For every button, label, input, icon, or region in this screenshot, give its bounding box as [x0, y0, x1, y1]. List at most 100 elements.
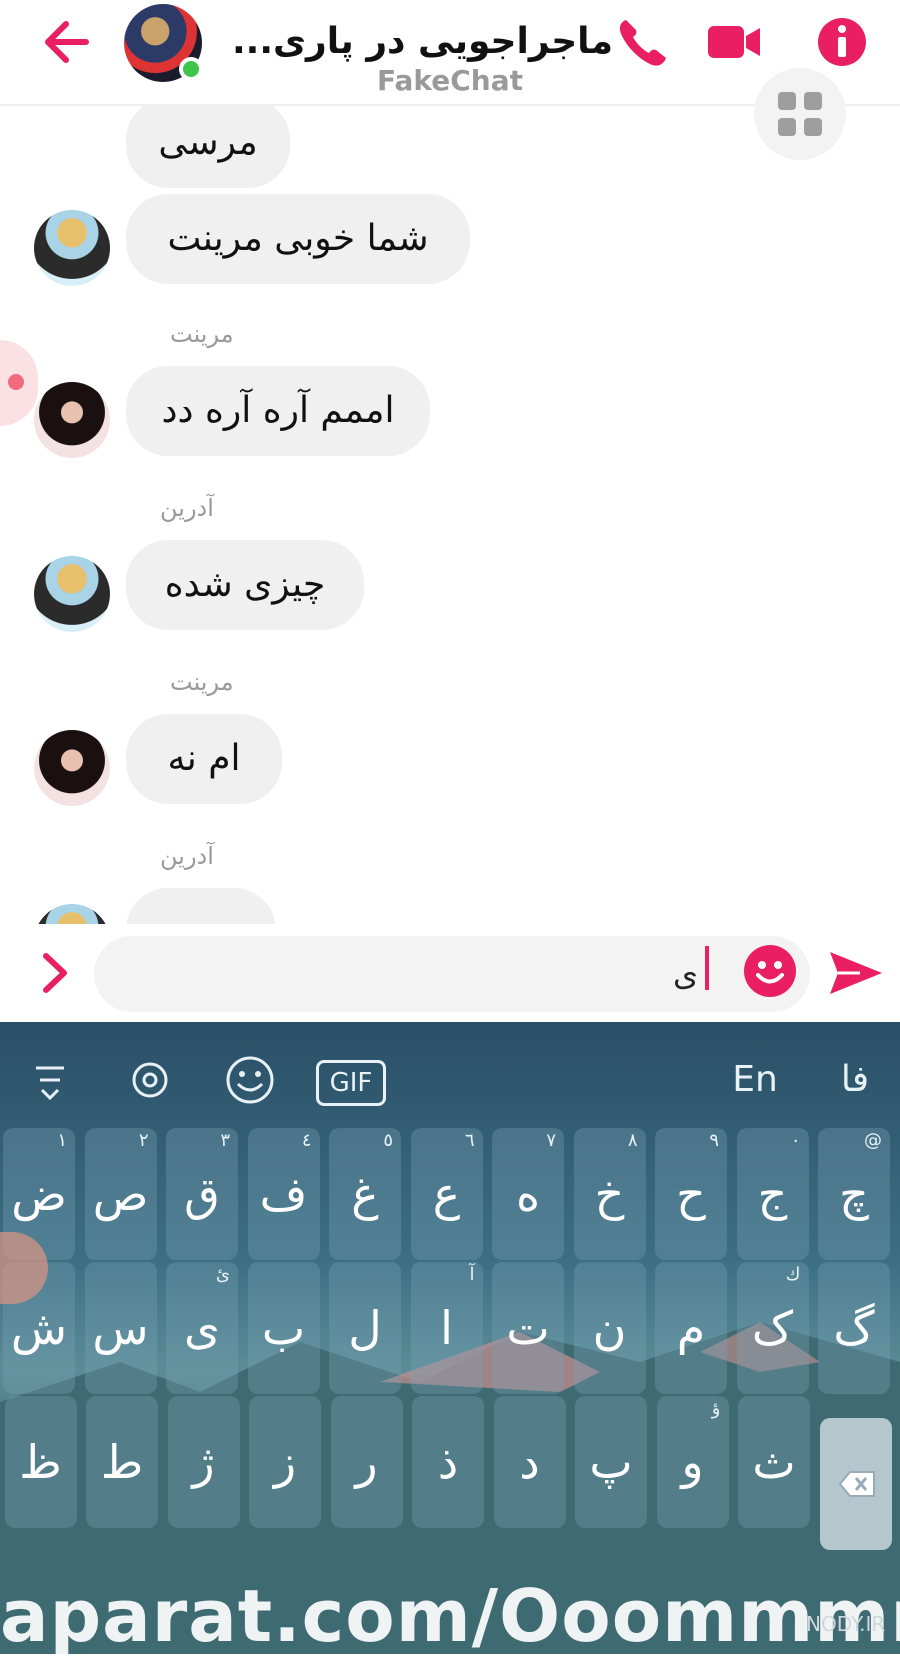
chat-title[interactable]: ماجراجویی در پاری... [218, 14, 613, 70]
grid-icon [778, 92, 822, 136]
key-label: م [676, 1301, 706, 1355]
key-label: گ [833, 1301, 875, 1355]
key-label: خ [594, 1167, 625, 1221]
message-bubble[interactable]: اممم آره آره دد [126, 366, 430, 456]
app-name: FakeChat [376, 64, 523, 97]
sender-avatar-marinette[interactable] [34, 382, 110, 458]
key-ص[interactable]: ص٢ [84, 1128, 157, 1260]
message-bubble[interactable]: شما خوبی مرینت [126, 194, 470, 284]
backspace-key[interactable] [820, 1418, 892, 1550]
key-hint: ٠ [790, 1130, 801, 1151]
key-خ[interactable]: خ٨ [573, 1128, 646, 1260]
online-status-dot [179, 57, 203, 81]
key-hint: ١ [57, 1130, 67, 1151]
message-input-value: ی [672, 955, 698, 993]
sender-avatar-adrien[interactable] [34, 556, 110, 632]
key-گ[interactable]: گ [818, 1262, 890, 1394]
key-label: ب [261, 1301, 306, 1355]
sender-name: آدرین [160, 842, 214, 870]
key-ژ[interactable]: ژ [167, 1396, 240, 1528]
lang-fa-button[interactable]: فا [820, 1050, 890, 1110]
key-د[interactable]: د [493, 1396, 566, 1528]
message-bubble-partial[interactable] [126, 888, 276, 924]
text-caret [705, 946, 709, 990]
key-label: ج [757, 1167, 788, 1221]
sender-avatar-marinette[interactable] [34, 730, 110, 806]
key-label: ذ [437, 1435, 459, 1489]
message-bubble[interactable]: مرسی [126, 104, 290, 188]
emoji-keyboard-icon[interactable] [222, 1050, 278, 1110]
key-ذ[interactable]: ذ [412, 1396, 484, 1528]
key-ق[interactable]: ق٣ [166, 1128, 238, 1260]
key-label: غ [351, 1167, 379, 1221]
key-ن[interactable]: ن [573, 1262, 646, 1394]
key-ز[interactable]: ز [249, 1396, 321, 1528]
lang-en-button[interactable]: En [720, 1050, 790, 1110]
key-hint: ٥ [383, 1130, 393, 1151]
key-ط[interactable]: ط [86, 1396, 158, 1528]
key-س[interactable]: س [84, 1262, 157, 1394]
key-hint: ٢ [138, 1130, 149, 1151]
key-م[interactable]: م [655, 1262, 727, 1394]
collapse-keyboard-icon[interactable] [30, 1050, 70, 1110]
key-چ[interactable]: چ @ [818, 1128, 890, 1260]
key-label: ق [184, 1167, 220, 1221]
emoji-icon[interactable] [743, 944, 797, 998]
phone-icon[interactable] [612, 14, 672, 70]
key-ع[interactable]: ع٦ [410, 1128, 483, 1260]
key-ک[interactable]: کك [736, 1262, 809, 1394]
key-ی[interactable]: یئ [166, 1262, 238, 1394]
settings-gear-icon[interactable] [122, 1050, 178, 1110]
key-ث[interactable]: ث [738, 1396, 810, 1528]
message-composer: ی [0, 924, 900, 1022]
key-label: ر [355, 1435, 378, 1489]
key-label: ط [100, 1435, 144, 1489]
key-ت[interactable]: ت [492, 1262, 564, 1394]
key-پ[interactable]: پ [575, 1396, 647, 1528]
back-arrow-icon[interactable] [40, 14, 100, 70]
dot-icon [8, 374, 24, 390]
key-label: و [681, 1435, 704, 1489]
send-icon[interactable] [826, 946, 886, 1000]
key-label: ظ [19, 1435, 62, 1489]
apps-grid-button[interactable] [754, 68, 846, 160]
key-ظ[interactable]: ظ [4, 1396, 77, 1528]
key-hint: ٣ [220, 1130, 230, 1151]
key-label: ل [348, 1301, 382, 1355]
key-ب[interactable]: ب [247, 1262, 320, 1394]
key-label: ن [592, 1301, 627, 1355]
key-hint: ك [785, 1264, 801, 1285]
key-ح[interactable]: ح٩ [655, 1128, 727, 1260]
key-hint: ٩ [709, 1130, 719, 1151]
key-ه[interactable]: ه٧ [492, 1128, 564, 1260]
key-hint: ئ [215, 1264, 230, 1285]
sender-avatar-adrien[interactable] [34, 904, 110, 924]
key-label: ث [752, 1435, 796, 1489]
key-label: ز [273, 1435, 297, 1489]
message-input[interactable]: ی [94, 936, 810, 1012]
key-label: ا [440, 1301, 453, 1355]
key-label: ک [751, 1301, 794, 1355]
key-ج[interactable]: ج٠ [736, 1128, 809, 1260]
video-call-icon[interactable] [704, 14, 764, 70]
message-bubble[interactable]: چیزی شده [126, 540, 364, 630]
sender-name: مرینت [170, 320, 234, 348]
key-ر[interactable]: ر [330, 1396, 403, 1528]
key-ف[interactable]: ف٤ [247, 1128, 320, 1260]
key-ا[interactable]: اآ [410, 1262, 483, 1394]
key-hint: ٦ [464, 1130, 475, 1151]
key-label: ع [432, 1167, 461, 1221]
key-و[interactable]: وؤ [656, 1396, 729, 1528]
chevron-right-icon[interactable] [36, 946, 76, 1000]
gif-button[interactable]: GIF [316, 1060, 386, 1106]
key-hint: ٨ [627, 1130, 638, 1151]
key-غ[interactable]: غ٥ [329, 1128, 401, 1260]
message-bubble[interactable]: ام نه [126, 714, 282, 804]
key-label: ف [259, 1167, 308, 1221]
key-label: ش [10, 1301, 68, 1355]
message-list[interactable]: مرسی شما خوبی مرینت مرینت اممم آره آره د… [0, 104, 900, 924]
info-icon[interactable] [812, 14, 872, 70]
key-label: چ [839, 1167, 869, 1221]
sender-avatar-adrien[interactable] [34, 210, 110, 286]
key-ل[interactable]: ل [329, 1262, 401, 1394]
